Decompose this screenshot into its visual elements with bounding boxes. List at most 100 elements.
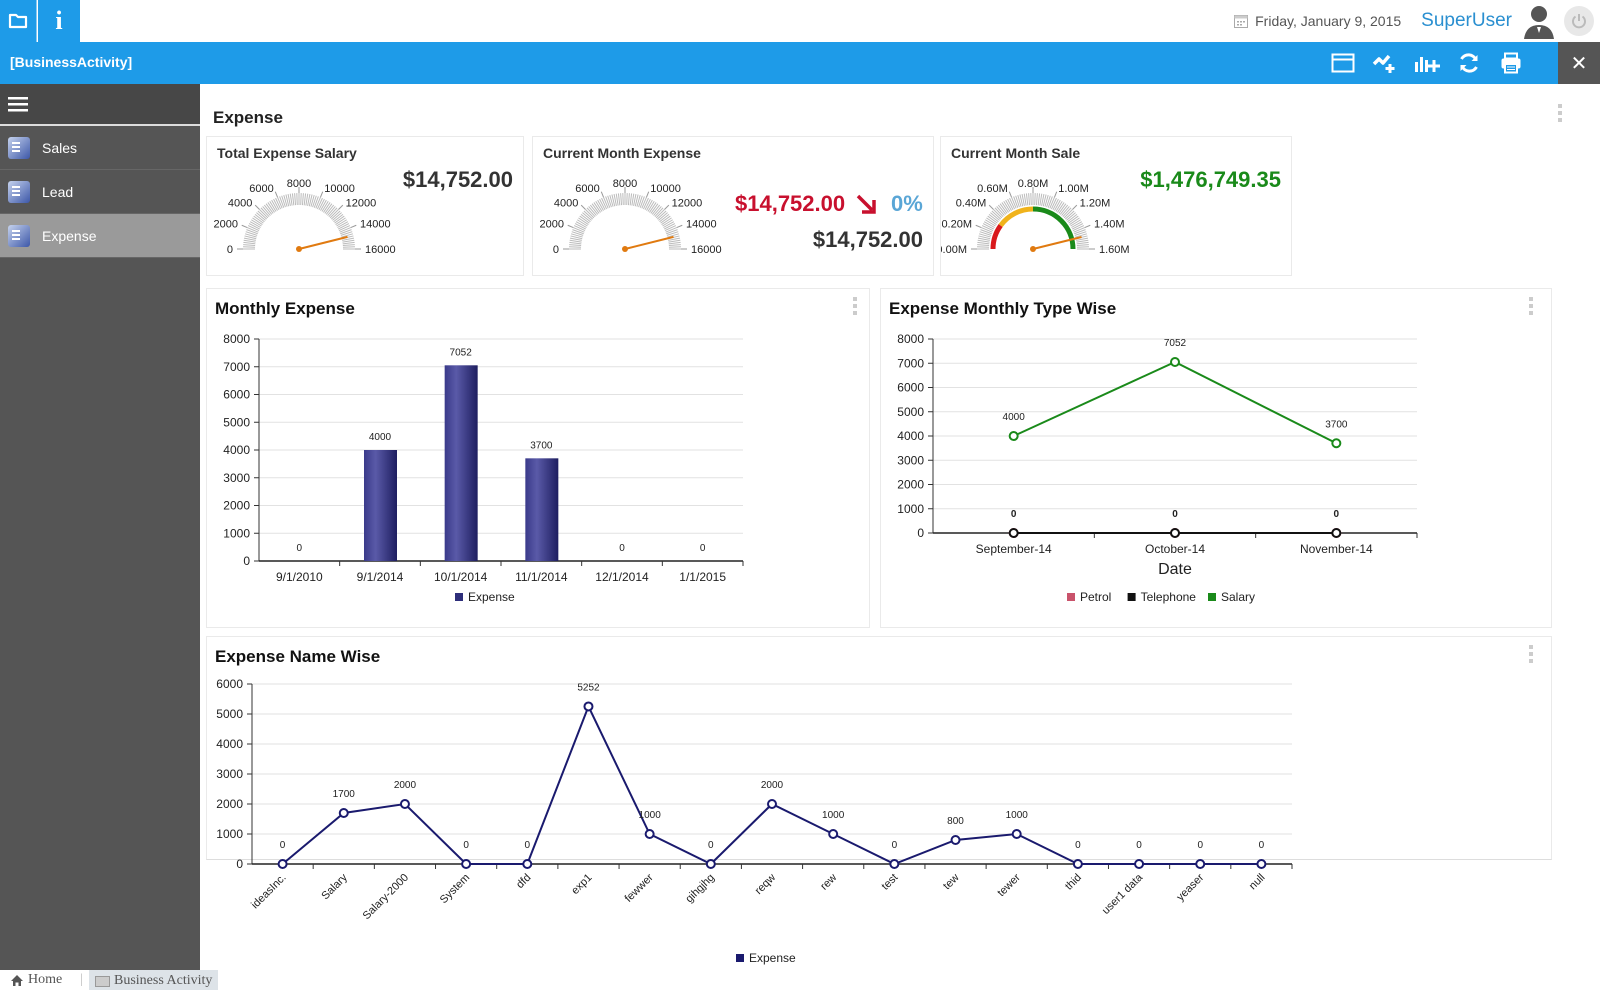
kpi-card-current-month-expense: Current Month Expense 0 2000 4000 6000 8000 1… [532,136,934,276]
gauge-tick-label: 1.20M [1080,197,1111,209]
logout-button[interactable] [1564,6,1594,36]
section-menu-button[interactable] [1558,104,1564,122]
gauge-minor-tick [977,244,990,247]
y-tick-label: 7000 [897,356,924,370]
data-label: 1700 [333,789,356,800]
x-tick-label: thid [1063,872,1084,893]
gauge-chart: 0 2000 4000 6000 8000 10000 12000 14000 16000 [540,178,722,256]
print-icon [1501,52,1521,74]
menu-toggle-button[interactable] [0,84,200,126]
gauge-tick-label: 1.40M [1094,219,1125,231]
y-tick-label: 7000 [223,360,250,374]
gauge-needle-pivot [622,246,628,252]
gauge-major-tick [567,224,574,229]
sidebar-item-label: Expense [42,227,97,244]
home-tab[interactable]: Home [10,972,62,988]
data-point [338,808,349,818]
current-date: Friday, January 9, 2015 [1255,13,1402,29]
y-tick-label: 3000 [897,453,924,467]
y-tick-label: 0 [917,526,924,540]
home-icon [11,974,23,986]
gauge-minor-tick [620,193,623,206]
x-tick-label: September-14 [976,542,1052,556]
data-label: 0 [1172,509,1178,520]
close-button[interactable]: ✕ [1558,42,1600,84]
kpi-title: Total Expense Salary [217,145,357,161]
data-point [1134,859,1145,869]
panel-menu-button[interactable] [853,297,859,315]
gauge-minor-tick [301,193,304,206]
data-point [1072,859,1083,869]
data-label: 3700 [530,440,553,451]
data-label: 800 [947,816,964,827]
kpi-secondary-value: $14,752.00 [812,227,923,252]
data-label: 2000 [394,780,417,791]
gauge-minor-tick [243,239,256,243]
data-point [767,799,777,809]
folder-button[interactable] [0,0,37,42]
kpi-value: $14,752.00 [735,191,846,216]
folder-icon [8,13,28,29]
kpi-title: Current Month Sale [951,145,1081,161]
username-link[interactable]: SuperUser [1421,10,1512,32]
monthly-expense-chart: 0 1000 2000 3000 4000 5000 6000 7000 8000 9/1/201… [223,332,744,604]
user-avatar-icon[interactable] [1522,3,1556,39]
sidebar-item-expense[interactable]: Expense [0,214,200,258]
x-tick-label: 10/1/2014 [434,570,488,584]
y-tick-label: 1000 [216,827,243,841]
gauge-minor-tick [615,193,619,206]
x-tick-label: Salary-2000 [361,872,411,922]
gauge-minor-tick [569,239,582,243]
gauge-major-tick [988,204,994,210]
gauge-tick-label: 4000 [228,197,252,209]
kpi-title: Current Month Expense [543,145,701,161]
business-activity-tab[interactable]: Business Activity [89,970,219,990]
top-bar: i Friday, January 9, 2015 SuperUser [0,0,1600,42]
info-button[interactable]: i [38,0,80,42]
trend-down-arrow-icon [856,194,876,214]
info-icon: i [55,6,63,35]
gauge-major-tick [319,191,324,198]
dashboard-toolbar [1328,42,1526,84]
print-button[interactable] [1496,48,1526,78]
add-line-chart-icon [1372,54,1395,73]
y-tick-label: 3000 [223,471,250,485]
add-bar-chart-icon [1415,57,1440,72]
data-label: 7052 [1164,338,1187,349]
sidebar: Sales Lead Expense [0,84,200,970]
data-label: 0 [525,840,531,851]
y-tick-label: 4000 [223,443,250,457]
add-bar-chart-button[interactable] [1412,48,1442,78]
legend-label: Salary [1221,590,1255,604]
data-label: 4000 [1003,412,1026,423]
x-tick-label: test [879,872,900,893]
legend-label: Telephone [1141,590,1197,604]
y-tick-label: 3000 [216,767,243,781]
add-line-chart-button[interactable] [1370,48,1400,78]
app-title: [BusinessActivity] [10,54,133,70]
y-tick-label: 5000 [897,405,924,419]
legend-swatch [1127,593,1136,601]
hamburger-icon [8,97,28,112]
refresh-button[interactable] [1454,48,1484,78]
gauge-tick-label: 0.20M [941,219,972,231]
app-header: [BusinessActivity] ✕ [0,42,1600,84]
y-tick-label: 2000 [897,478,924,492]
expense-type-wise-chart: 0 1000 2000 3000 4000 5000 6000 7000 8000 Septemb… [897,332,1418,604]
legend-label: Petrol [1080,590,1111,604]
panel-menu-button[interactable] [1529,645,1535,663]
panel-menu-button[interactable] [1529,297,1535,315]
gauge-minor-tick [289,193,293,206]
sidebar-item-lead[interactable]: Lead [0,170,200,214]
gauge-major-tick [975,224,982,229]
gauge-tick-label: 6000 [575,183,599,195]
gauge-tick-label: 0.60M [977,183,1008,195]
sidebar-item-sales[interactable]: Sales [0,126,200,170]
gauge-minor-tick [243,241,256,245]
x-tick-label: November-14 [1300,542,1373,556]
data-label: 0 [463,840,469,851]
gauge-tick-label: 16000 [365,244,396,256]
data-label: 0 [1011,509,1017,520]
layout-button[interactable] [1328,48,1358,78]
gauge-tick-label: 4000 [554,197,578,209]
